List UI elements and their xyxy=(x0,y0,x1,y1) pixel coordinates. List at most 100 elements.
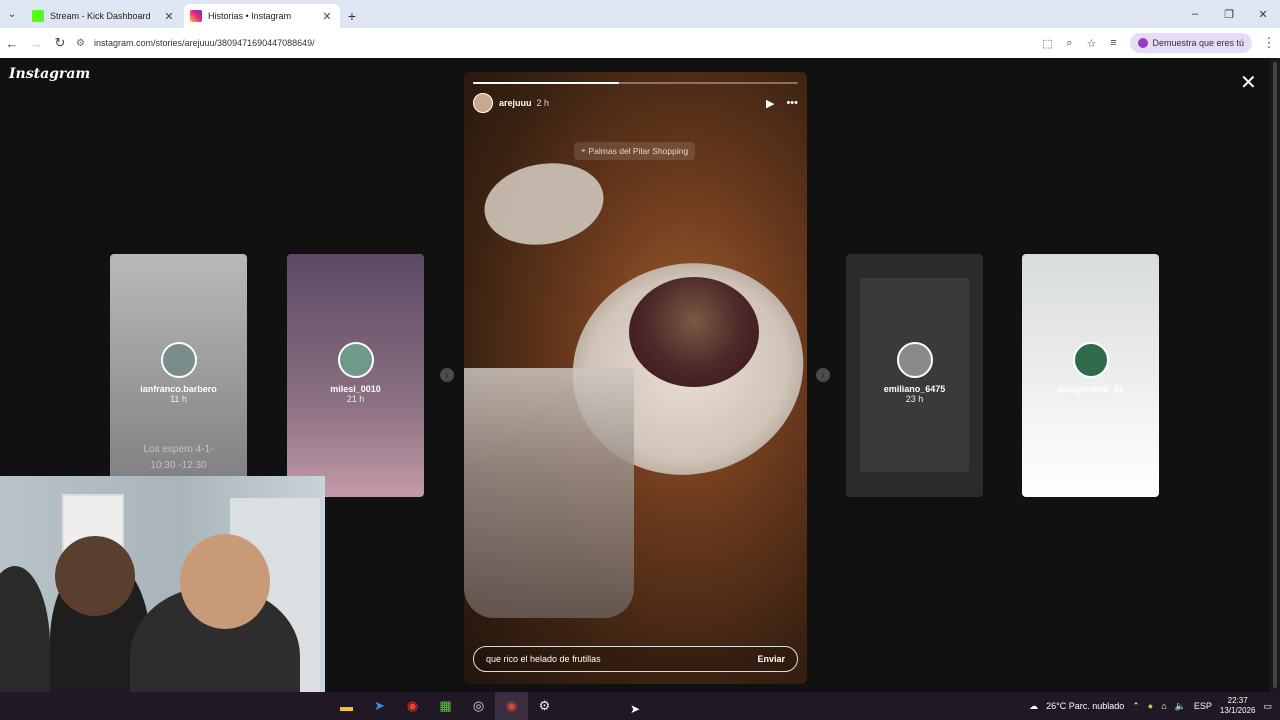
play-icon[interactable]: ▶ xyxy=(766,97,774,110)
browser-menu-icon[interactable]: ⋮ xyxy=(1258,35,1280,51)
story-card-info: pubgmobile_br Publicidad xyxy=(1022,342,1159,404)
reply-input-value[interactable]: que rico el helado de frutillas xyxy=(486,654,757,664)
weather-text[interactable]: 26°C Parc. nublado xyxy=(1046,701,1124,711)
close-window-icon[interactable]: ✕ xyxy=(1246,0,1280,28)
store-icon[interactable]: ▦ xyxy=(429,692,462,720)
reply-field[interactable]: que rico el helado de frutillas Enviar xyxy=(473,646,798,672)
story-card-info: emiliano_6475 23 h xyxy=(846,342,983,404)
tab-instagram-stories[interactable]: Historias • Instagram ✕ xyxy=(184,4,340,28)
back-icon[interactable]: ← xyxy=(0,28,24,58)
story-progress-fill xyxy=(473,82,620,84)
story-card-ianfranco[interactable]: ianfranco.barbero 11 h Los espero 4-1- 1… xyxy=(110,254,247,497)
clock[interactable]: 22:37 13/1/2026 xyxy=(1220,696,1256,716)
bookmark-star-icon[interactable]: ☆ xyxy=(1080,37,1102,50)
profile-label: Demuestra que eres tú xyxy=(1152,38,1244,48)
restore-icon[interactable]: ❐ xyxy=(1212,0,1246,28)
webcam-person-right-head xyxy=(180,534,270,629)
app-icon[interactable]: ➤ xyxy=(363,692,396,720)
webcam-person-middle-head xyxy=(55,536,135,616)
previous-story-icon[interactable]: ‹ xyxy=(440,368,454,382)
notifications-icon[interactable]: ▭ xyxy=(1263,701,1272,712)
profile-avatar-icon xyxy=(1138,38,1149,48)
avatar xyxy=(1072,342,1109,378)
avatar[interactable] xyxy=(473,93,493,113)
story-username[interactable]: arejuuu xyxy=(499,98,532,108)
story-card-caption: Los espero 4-1- xyxy=(143,444,214,455)
settings-gear-icon[interactable]: ⚙ xyxy=(528,692,561,720)
instagram-logo[interactable]: Instagram xyxy=(9,66,90,82)
story-image-cup xyxy=(477,154,611,254)
reading-list-icon[interactable]: ≡ xyxy=(1102,37,1124,49)
mouse-cursor-icon: ➤ xyxy=(630,702,641,716)
file-explorer-icon[interactable]: ▬ xyxy=(330,692,363,720)
story-card-time: 11 h xyxy=(170,394,187,404)
story-image-glass xyxy=(464,368,634,618)
url-field[interactable]: ⚙ instagram.com/stories/arejuuu/38094716… xyxy=(76,31,1036,55)
location-label: Palmas del Pilar Shopping xyxy=(588,146,689,156)
clock-time: 22:37 xyxy=(1227,696,1248,705)
network-icon[interactable]: ⌂ xyxy=(1161,701,1166,711)
language-indicator[interactable]: ESP xyxy=(1194,701,1212,711)
avatar xyxy=(896,342,933,378)
webcam-overlay xyxy=(0,476,325,720)
story-header: arejuuu 2 h ▶ ••• xyxy=(473,93,798,113)
tab-close-icon[interactable]: ✕ xyxy=(162,10,176,23)
tray-app-icon[interactable]: ● xyxy=(1148,701,1153,711)
send-button[interactable]: Enviar xyxy=(757,654,785,664)
next-story-icon[interactable]: › xyxy=(816,368,830,382)
story-controls: ▶ ••• xyxy=(766,97,798,110)
address-bar-row: ← → ↻ ⚙ instagram.com/stories/arejuuu/38… xyxy=(0,28,1280,58)
story-card-sponsored-label: Publicidad xyxy=(1069,394,1112,404)
instagram-favicon-icon xyxy=(190,10,202,22)
reload-icon[interactable]: ↻ xyxy=(48,28,72,58)
story-card-caption-line2: 10:30 -12:30 xyxy=(150,460,207,471)
tab-title: Stream - Kick Dashboard xyxy=(50,11,151,21)
weather-icon: ☁ xyxy=(1029,700,1039,711)
system-tray: ☁ 26°C Parc. nublado ⌃ ● ⌂ 🔈 ESP 22:37 1… xyxy=(1029,692,1272,720)
site-info-icon[interactable]: ⚙ xyxy=(76,38,90,49)
browser-tab-bar: ⌄ Stream - Kick Dashboard ✕ Historias • … xyxy=(0,0,1280,28)
toolbar-icons: ⬚ ⌕ ☆ ≡ xyxy=(1036,28,1124,58)
chevron-up-icon[interactable]: ⌃ xyxy=(1132,701,1140,712)
tab-kick-dashboard[interactable]: Stream - Kick Dashboard ✕ xyxy=(26,4,182,28)
story-card-pubgmobile[interactable]: pubgmobile_br Publicidad xyxy=(1022,254,1159,497)
zoom-icon[interactable]: ⌕ xyxy=(1058,37,1080,50)
story-card-username: milesi_0010 xyxy=(330,384,381,394)
avatar xyxy=(160,342,197,378)
volume-icon[interactable]: 🔈 xyxy=(1175,701,1186,712)
story-time: 2 h xyxy=(536,98,550,108)
close-stories-button[interactable]: ✕ xyxy=(1240,70,1257,95)
story-progress-bar xyxy=(473,82,798,84)
story-card-username: pubgmobile_br xyxy=(1058,384,1123,394)
clock-date: 13/1/2026 xyxy=(1219,706,1256,715)
tab-search-chevron-icon[interactable]: ⌄ xyxy=(0,0,24,28)
story-card-time: 23 h xyxy=(905,394,924,404)
taskbar-apps: ▬ ➤ ◉ ▦ ◎ ◉ ⚙ xyxy=(330,692,561,720)
tab-title: Historias • Instagram xyxy=(208,11,292,21)
location-sticker[interactable]: ⌖ Palmas del Pilar Shopping xyxy=(574,142,696,160)
story-card-username: emiliano_6475 xyxy=(883,384,946,394)
active-story[interactable]: arejuuu 2 h ▶ ••• ⌖ Palmas del Pilar Sho… xyxy=(464,72,807,684)
story-card-info: ianfranco.barbero 11 h xyxy=(110,342,247,404)
minimize-icon[interactable]: – xyxy=(1178,0,1212,28)
new-tab-button[interactable]: + xyxy=(340,4,364,28)
tab-close-icon[interactable]: ✕ xyxy=(320,10,334,23)
story-card-info: milesi_0010 21 h xyxy=(287,342,424,404)
story-card-milesi[interactable]: milesi_0010 21 h xyxy=(287,254,424,497)
avatar xyxy=(337,342,374,378)
profile-button[interactable]: Demuestra que eres tú xyxy=(1130,33,1252,53)
story-card-emiliano[interactable]: emiliano_6475 23 h xyxy=(846,254,983,497)
chrome-icon[interactable]: ◉ xyxy=(396,692,429,720)
chrome-profile-icon[interactable]: ◉ xyxy=(495,692,528,720)
window-controls: – ❐ ✕ xyxy=(1178,0,1280,28)
forward-icon[interactable]: → xyxy=(24,28,48,58)
install-app-icon[interactable]: ⬚ xyxy=(1036,37,1058,50)
story-image-dessert xyxy=(629,277,759,387)
more-options-icon[interactable]: ••• xyxy=(786,97,798,110)
story-card-time: 21 h xyxy=(346,394,365,404)
location-pin-icon: ⌖ xyxy=(581,146,586,155)
obs-icon[interactable]: ◎ xyxy=(462,692,495,720)
page-scrollbar[interactable] xyxy=(1270,58,1280,692)
kick-favicon-icon xyxy=(32,10,44,22)
url-text: instagram.com/stories/arejuuu/3809471690… xyxy=(94,38,315,48)
